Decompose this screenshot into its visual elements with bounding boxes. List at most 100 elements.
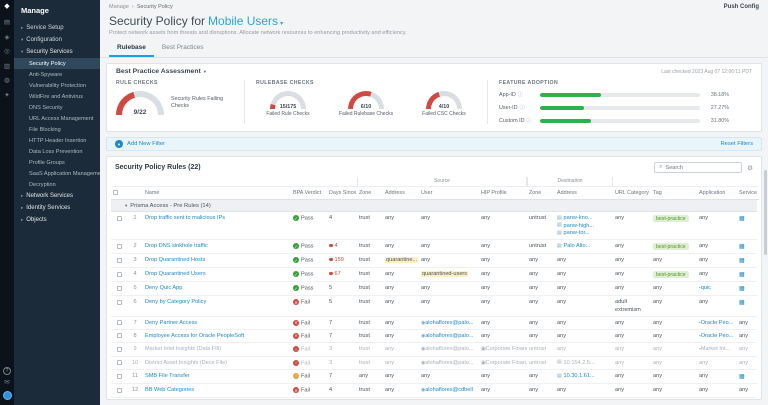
sidebar-item-profile-groups[interactable]: Profile Groups bbox=[14, 157, 100, 168]
rule-name-link[interactable]: District Asset Insights (Dece File) bbox=[145, 360, 227, 366]
column-header-days-since[interactable]: Days Since... bbox=[327, 187, 357, 200]
help-icon[interactable]: ? bbox=[3, 367, 11, 375]
row-checkbox[interactable] bbox=[117, 388, 122, 393]
row-checkbox[interactable] bbox=[117, 333, 122, 338]
url-entry: any bbox=[615, 346, 649, 352]
reset-filters-button[interactable]: Reset Filters bbox=[720, 141, 753, 147]
user-value: any bbox=[421, 299, 430, 305]
address-value: panw-kno... bbox=[564, 215, 593, 221]
collapse-chevron-icon[interactable]: ▾ bbox=[204, 69, 206, 75]
search-box[interactable]: ⌕ bbox=[654, 162, 742, 173]
sidebar-item-security-services[interactable]: ▾ Security Services bbox=[14, 46, 100, 58]
row-checkbox[interactable] bbox=[117, 374, 122, 379]
rule-name-link[interactable]: Drop DNS sinkhole traffic bbox=[145, 243, 208, 249]
cell-url-category: any bbox=[613, 357, 651, 369]
rule-name-link[interactable]: BB Web Categories bbox=[145, 387, 194, 393]
rule-name-link[interactable]: Deny by Category Policy bbox=[145, 299, 206, 305]
push-config-button[interactable]: Push Config bbox=[724, 4, 759, 10]
address-value: any bbox=[557, 387, 566, 393]
sidebar-item-saas-application-management[interactable]: SaaS Application Management bbox=[14, 168, 100, 179]
layers-icon[interactable]: ✦ bbox=[4, 93, 9, 100]
main-area: Manage › Security Policy Push Config Sec… bbox=[100, 0, 768, 405]
chat-icon[interactable]: ✉ bbox=[4, 380, 9, 387]
cell-url-category: any bbox=[613, 212, 651, 224]
sidebar-item-url-access-management[interactable]: URL Access Management bbox=[14, 113, 100, 124]
column-header-zone[interactable]: Zone bbox=[357, 187, 383, 200]
tab-rulebase[interactable]: Rulebase bbox=[109, 41, 154, 57]
user-avatar[interactable] bbox=[3, 391, 12, 400]
sidebar-item-data-loss-prevention[interactable]: Data Loss Prevention bbox=[14, 146, 100, 157]
row-checkbox[interactable] bbox=[117, 244, 122, 249]
cell-source-zone: any bbox=[357, 370, 383, 382]
sidebar-item-anti-spyware[interactable]: Anti-Spyware bbox=[14, 69, 100, 80]
column-header-zone[interactable]: Zone bbox=[527, 187, 555, 200]
column-header-address[interactable]: Address bbox=[555, 187, 613, 200]
column-header-address[interactable]: Address bbox=[383, 187, 419, 200]
sidebar-item-network-services[interactable]: ▸Network Services bbox=[14, 190, 100, 202]
column-header-service[interactable]: Service bbox=[737, 187, 759, 200]
url-value: any bbox=[615, 257, 624, 263]
sidebar-item-configuration[interactable]: ▾Configuration bbox=[14, 34, 100, 46]
add-new-filter-button[interactable]: Add New Filter bbox=[127, 141, 165, 147]
row-checkbox[interactable] bbox=[117, 360, 122, 365]
breadcrumb-manage[interactable]: Manage bbox=[109, 4, 129, 10]
rule-group-row[interactable]: ▾ Prisma Access - Pre Rules (14) bbox=[111, 200, 757, 212]
search-input[interactable] bbox=[666, 165, 738, 171]
column-header-name[interactable]: Name bbox=[143, 187, 291, 200]
row-checkbox[interactable] bbox=[117, 347, 122, 352]
cell-destination-zone: untrust bbox=[527, 398, 555, 400]
sidebar-item-identity-services[interactable]: ▸Identity Services bbox=[14, 202, 100, 214]
cell-destination-zone: any bbox=[527, 254, 555, 266]
tab-best-practices[interactable]: Best Practices bbox=[154, 41, 212, 57]
sidebar-item-security-policy[interactable]: Security Policy bbox=[14, 58, 100, 69]
sidebar-item-file-blocking[interactable]: File Blocking bbox=[14, 124, 100, 135]
pulse-icon[interactable]: ◎ bbox=[4, 49, 10, 56]
row-checkbox[interactable] bbox=[117, 286, 122, 291]
cell-number: 11 bbox=[127, 370, 143, 382]
rule-name-link[interactable]: SMB File Transfer bbox=[145, 373, 190, 379]
rule-name-link[interactable]: Deny Quic App bbox=[145, 285, 182, 291]
cell-select bbox=[111, 296, 127, 308]
gauge-arc: 4/10 bbox=[426, 91, 462, 109]
sidebar-item-decryption[interactable]: Decryption bbox=[14, 179, 100, 190]
rule-name-link[interactable]: Drop traffic sent to malicious IPs bbox=[145, 215, 225, 221]
column-header-hip-profile[interactable]: HIP Profile bbox=[479, 187, 527, 200]
cell-service: ▦ bbox=[737, 254, 759, 267]
sidebar-item-service-setup[interactable]: ▸Service Setup bbox=[14, 22, 100, 34]
grid-icon[interactable]: ▤ bbox=[4, 20, 10, 27]
column-header-user[interactable]: User bbox=[419, 187, 479, 200]
sidebar-item-vulnerability-protection[interactable]: Vulnerability Protection bbox=[14, 80, 100, 91]
company-logo-icon[interactable]: ◆ bbox=[4, 3, 9, 10]
column-label: User bbox=[421, 190, 432, 196]
cell-source-address: any bbox=[383, 212, 419, 224]
rule-name-link[interactable]: Drop Quarantined Users bbox=[145, 271, 206, 277]
rule-name-link[interactable]: Market Intel Insights (Data Filt) bbox=[145, 346, 221, 352]
row-checkbox[interactable] bbox=[117, 300, 122, 305]
row-checkbox[interactable] bbox=[117, 272, 122, 277]
column-header-url-category[interactable]: URL Category bbox=[613, 187, 651, 200]
monitor-icon[interactable]: ▥ bbox=[4, 64, 10, 71]
column-header-application[interactable]: Application bbox=[697, 187, 737, 200]
shield-icon[interactable]: ◈ bbox=[5, 35, 10, 42]
sidebar-item-objects[interactable]: ▸Objects bbox=[14, 214, 100, 226]
scrollbar[interactable] bbox=[764, 170, 767, 255]
table-settings-icon[interactable]: ⚙ bbox=[747, 164, 753, 172]
address-entry: ▤10.30.1.61... bbox=[557, 373, 611, 379]
row-checkbox[interactable] bbox=[117, 216, 122, 221]
rule-name-link[interactable]: Drop Quarantined Hosts bbox=[145, 257, 205, 263]
column-header-tag[interactable]: Tag bbox=[651, 187, 697, 200]
tag-value: any bbox=[653, 320, 662, 326]
select-all-checkbox[interactable] bbox=[113, 190, 118, 195]
sidebar-item-label: Network Services bbox=[26, 193, 73, 199]
row-checkbox[interactable] bbox=[117, 258, 122, 263]
column-header-bpa-verdict[interactable]: BPA Verdict bbox=[291, 187, 327, 200]
rule-name-link[interactable]: Deny Partner Access bbox=[145, 320, 197, 326]
sidebar-item-http-header-insertion[interactable]: HTTP Header Insertion bbox=[14, 135, 100, 146]
cell-name: Deny Partner Access bbox=[143, 317, 291, 329]
title-entity-selector[interactable]: Mobile Users ▾ bbox=[208, 14, 283, 28]
rule-name-link[interactable]: Employee Access for Oracle PeopleSoft bbox=[145, 333, 244, 339]
bell-icon[interactable]: ◍ bbox=[4, 78, 10, 85]
sidebar-item-wildfire-and-antivirus[interactable]: WildFire and Antivirus bbox=[14, 91, 100, 102]
row-checkbox[interactable] bbox=[117, 320, 122, 325]
sidebar-item-dns-security[interactable]: DNS Security bbox=[14, 102, 100, 113]
